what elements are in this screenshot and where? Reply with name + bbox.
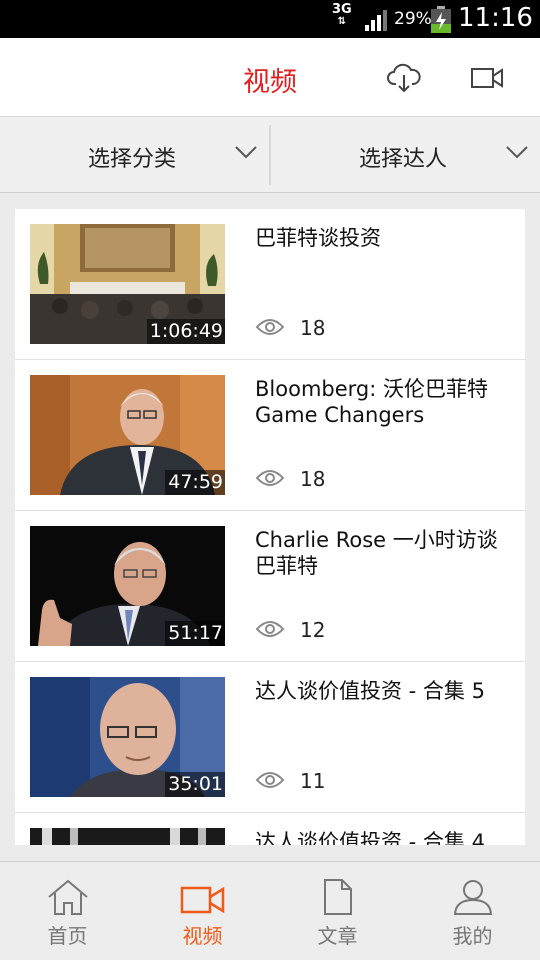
tab-profile[interactable]: 我的 xyxy=(405,862,540,960)
tab-home-label: 首页 xyxy=(47,924,88,948)
view-count: 18 xyxy=(300,316,326,340)
tab-video-label: 视频 xyxy=(182,924,223,948)
app-header: 视频 xyxy=(0,38,540,117)
video-thumbnail: 35:01 xyxy=(30,677,225,797)
status-bar: 3G ⇅ 29% 11:16 xyxy=(0,0,540,38)
category-filter-label: 选择分类 xyxy=(88,147,177,172)
video-list: 1:06:49 巴菲特谈投资 18 47:59 Bloomberg: 沃伦巴菲特… xyxy=(15,209,525,845)
data-arrows-icon: ⇅ xyxy=(337,16,347,27)
bottom-tab-bar: 首页 视频 文章 我的 xyxy=(0,861,540,960)
video-duration: 35:01 xyxy=(165,772,225,797)
video-duration: 51:17 xyxy=(165,621,225,646)
eye-icon xyxy=(255,621,285,637)
tab-profile-label: 我的 xyxy=(452,924,493,948)
user-icon xyxy=(453,880,493,915)
tab-video[interactable]: 视频 xyxy=(135,862,270,960)
network-type: 3G xyxy=(332,2,352,17)
chevron-down-icon xyxy=(506,146,528,159)
video-title: 达人谈价值投资 - 合集 5 xyxy=(255,679,485,703)
video-title: Bloomberg: 沃伦巴菲特 Game Changers xyxy=(255,377,488,427)
clock: 11:16 xyxy=(458,3,533,33)
video-thumbnail: 1:06:49 xyxy=(30,224,225,344)
video-item[interactable]: 1:06:49 巴菲特谈投资 18 xyxy=(15,209,525,360)
view-count: 11 xyxy=(300,769,326,793)
network-indicator: 3G ⇅ xyxy=(332,2,352,28)
video-item[interactable]: 51:17 Charlie Rose 一小时访谈巴菲特 12 xyxy=(15,511,525,662)
record-video-button[interactable] xyxy=(467,60,507,96)
battery-percent: 29% xyxy=(394,9,432,29)
video-thumbnail: 51:17 xyxy=(30,526,225,646)
eye-icon xyxy=(255,470,285,486)
video-duration: 1:06:49 xyxy=(146,319,225,344)
home-icon xyxy=(48,879,88,915)
video-camera-icon xyxy=(180,886,225,914)
document-icon xyxy=(324,879,352,915)
video-title: 巴菲特谈投资 xyxy=(255,226,381,250)
video-thumbnail: 47:59 xyxy=(30,375,225,495)
tab-articles[interactable]: 文章 xyxy=(270,862,405,960)
page-title: 视频 xyxy=(243,67,297,98)
filter-bar: 选择分类 选择达人 xyxy=(0,117,540,193)
video-camera-icon xyxy=(471,68,503,88)
black-white-image xyxy=(30,828,225,845)
category-filter[interactable]: 选择分类 xyxy=(0,117,269,193)
expert-filter[interactable]: 选择达人 xyxy=(271,117,540,193)
video-title: Charlie Rose 一小时访谈巴菲特 xyxy=(255,528,498,578)
video-duration: 47:59 xyxy=(165,470,225,495)
expert-filter-label: 选择达人 xyxy=(359,147,448,172)
video-thumbnail xyxy=(30,828,225,845)
video-item[interactable]: 达人谈价值投资 - 合集 4 xyxy=(15,813,525,845)
download-button[interactable] xyxy=(384,60,424,96)
eye-icon xyxy=(255,319,285,335)
tab-articles-label: 文章 xyxy=(317,924,358,948)
eye-icon xyxy=(255,772,285,788)
video-item[interactable]: 47:59 Bloomberg: 沃伦巴菲特 Game Changers 18 xyxy=(15,360,525,511)
tab-home[interactable]: 首页 xyxy=(0,862,135,960)
signal-icon xyxy=(365,10,387,31)
battery-charging-icon xyxy=(431,6,451,33)
cloud-download-icon xyxy=(387,63,421,93)
view-count: 18 xyxy=(300,467,326,491)
chevron-down-icon xyxy=(235,146,257,159)
video-item[interactable]: 35:01 达人谈价值投资 - 合集 5 11 xyxy=(15,662,525,813)
view-count: 12 xyxy=(300,618,326,642)
video-title: 达人谈价值投资 - 合集 4 xyxy=(255,830,485,845)
